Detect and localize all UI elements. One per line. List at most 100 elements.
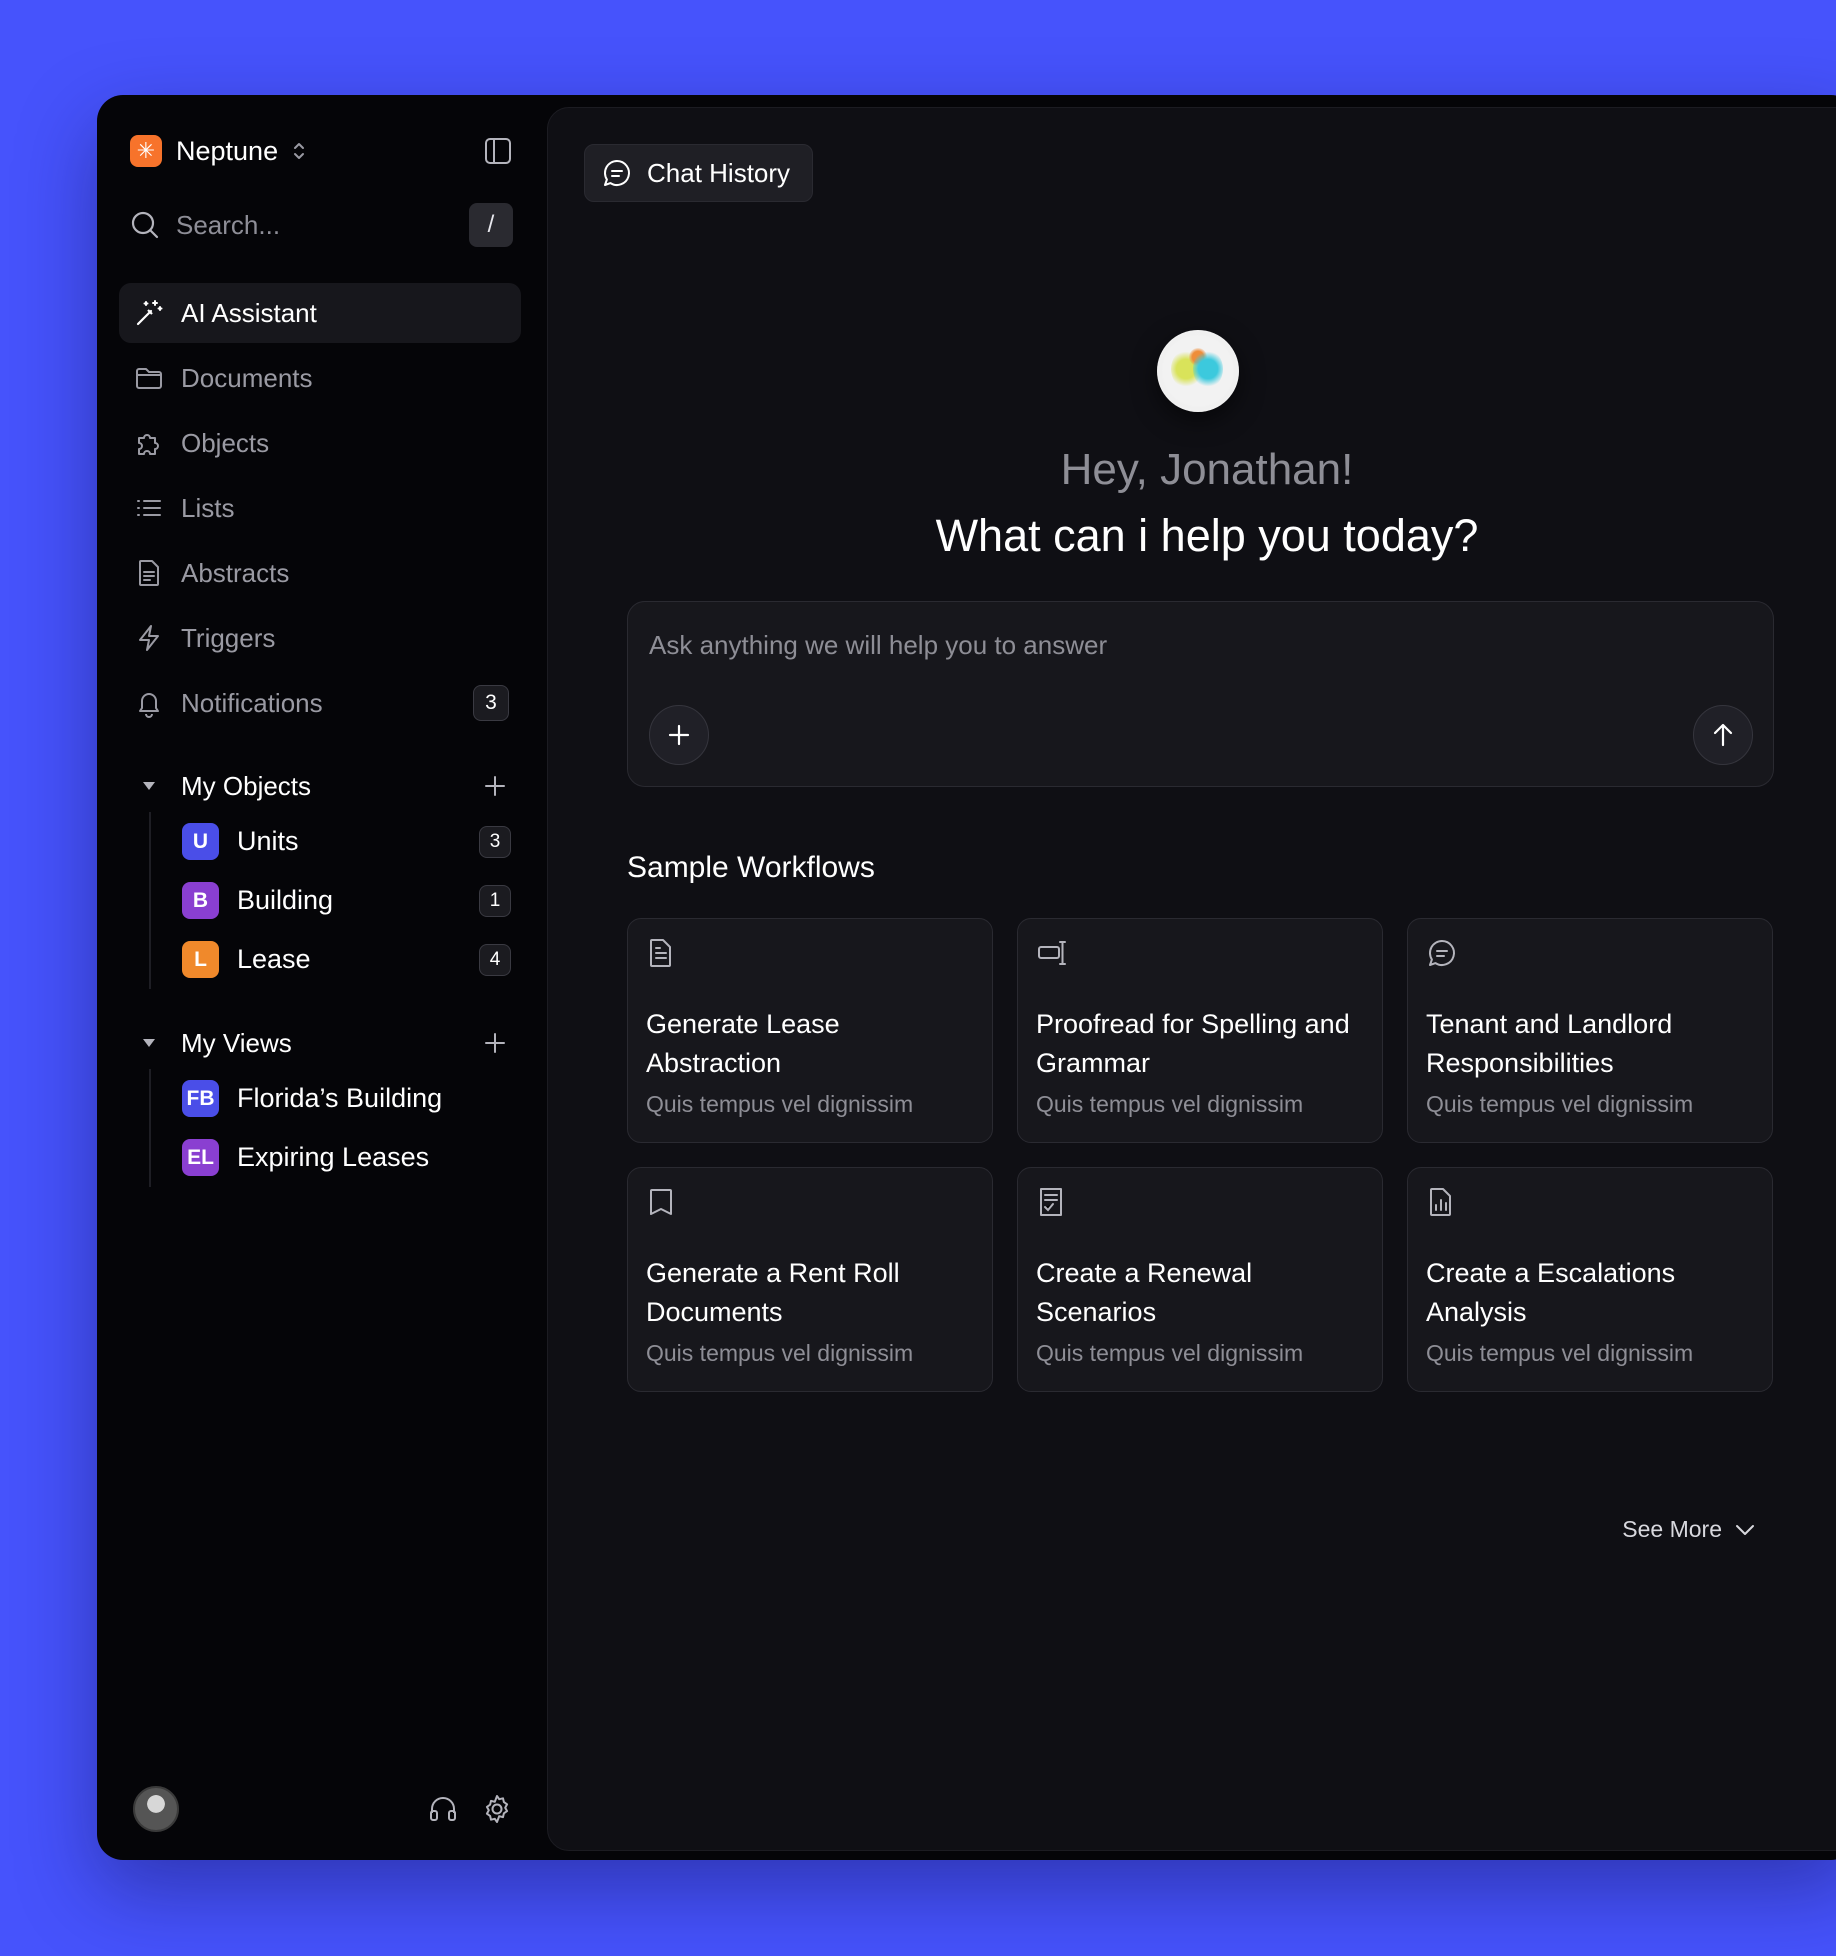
view-label: Expiring Leases (237, 1142, 430, 1172)
object-item-units[interactable]: U Units 3 (182, 812, 521, 871)
object-label: Building (237, 885, 334, 915)
avatar[interactable] (133, 1786, 179, 1832)
app-window: ✳ Neptune Search... / AI Assistant Docum… (97, 95, 1836, 1860)
chat-bubble-icon (1426, 937, 1458, 969)
chevron-up-down-icon[interactable] (292, 140, 306, 162)
workflow-desc: Quis tempus vel dignissim (1426, 1340, 1694, 1366)
search-bar[interactable]: Search... / (130, 200, 513, 250)
workflow-grid: Generate Lease Abstraction Quis tempus v… (627, 918, 1774, 1392)
object-count-badge: 4 (479, 943, 511, 976)
caret-down-icon[interactable] (133, 780, 165, 792)
bell-icon (133, 687, 165, 719)
section-my-views[interactable]: My Views (119, 1017, 521, 1069)
nav-label: Triggers (181, 622, 276, 653)
object-item-building[interactable]: B Building 1 (182, 871, 521, 930)
workflow-title: Generate Lease Abstraction (646, 1009, 840, 1078)
my-views-list: FB Florida’s Building EL Expiring Leases (149, 1069, 521, 1187)
view-item-expiring-leases[interactable]: EL Expiring Leases (182, 1128, 521, 1187)
search-icon (130, 210, 160, 240)
nav-item-abstracts[interactable]: Abstracts (119, 543, 521, 603)
view-label: Florida’s Building (237, 1083, 443, 1113)
nav-label: Lists (181, 492, 235, 523)
document-icon (133, 557, 165, 589)
workflow-card[interactable]: Generate Lease Abstraction Quis tempus v… (627, 918, 993, 1143)
workflow-card[interactable]: Tenant and Landlord Responsibilities Qui… (1407, 918, 1773, 1143)
view-tag: EL (182, 1139, 219, 1176)
prompt-composer[interactable]: Ask anything we will help you to answer (627, 601, 1774, 787)
search-input[interactable]: Search... (176, 210, 280, 241)
assistant-orb-icon (1157, 330, 1239, 412)
workflow-title: Proofread for Spelling and Grammar (1036, 1009, 1350, 1078)
add-object-icon[interactable] (483, 774, 507, 798)
nav-item-documents[interactable]: Documents (119, 348, 521, 408)
nav-label: Notifications (181, 687, 323, 718)
view-tag: FB (182, 1080, 219, 1117)
send-button[interactable] (1693, 705, 1753, 765)
headphones-icon[interactable] (427, 1793, 459, 1825)
nav-item-triggers[interactable]: Triggers (119, 608, 521, 668)
nav-item-ai-assistant[interactable]: AI Assistant (119, 283, 521, 343)
my-objects-list: U Units 3 B Building 1 L Lease 4 (149, 812, 521, 989)
search-shortcut-key: / (469, 203, 513, 247)
bookmark-icon (646, 1186, 678, 1218)
workflow-card[interactable]: Create a Escalations Analysis Quis tempu… (1407, 1167, 1773, 1392)
see-more-button[interactable]: See More (1622, 1516, 1756, 1543)
chat-history-label: Chat History (647, 157, 791, 188)
nav-label: Objects (181, 427, 270, 458)
object-item-lease[interactable]: L Lease 4 (182, 930, 521, 989)
magic-wand-icon (133, 297, 165, 329)
workflow-title: Create a Renewal Scenarios (1036, 1258, 1253, 1327)
headline-text: What can i help you today? (935, 510, 1479, 561)
main-nav: AI Assistant Documents Objects Lists Abs… (119, 283, 521, 1187)
nav-label: Abstracts (181, 557, 290, 588)
workspace-name: Neptune (176, 135, 279, 166)
sidebar-toggle-icon[interactable] (483, 136, 513, 166)
add-attachment-button[interactable] (649, 705, 709, 765)
chat-history-button[interactable]: Chat History (584, 144, 814, 202)
gear-icon[interactable] (481, 1793, 513, 1825)
object-count-badge: 1 (479, 884, 511, 917)
list-icon (133, 492, 165, 524)
file-chart-icon (1426, 1186, 1458, 1218)
nav-item-objects[interactable]: Objects (119, 413, 521, 473)
object-label: Lease (237, 944, 311, 974)
prompt-input[interactable]: Ask anything we will help you to answer (649, 630, 1107, 661)
workflow-title: Tenant and Landlord Responsibilities (1426, 1009, 1673, 1078)
object-tag: B (182, 882, 219, 919)
workflow-desc: Quis tempus vel dignissim (646, 1340, 914, 1366)
notifications-count-badge: 3 (473, 685, 509, 721)
sidebar: ✳ Neptune Search... / AI Assistant Docum… (97, 95, 543, 1860)
puzzle-icon (133, 427, 165, 459)
chevron-down-icon (1734, 1523, 1756, 1537)
section-title: My Views (181, 1027, 292, 1058)
sidebar-footer (133, 1786, 513, 1832)
section-my-objects[interactable]: My Objects (119, 760, 521, 812)
workspace-switcher[interactable]: ✳ Neptune (130, 131, 513, 171)
neptune-logo-icon: ✳ (130, 135, 162, 167)
folder-icon (133, 362, 165, 394)
document-icon (646, 937, 678, 969)
arrow-up-icon (1713, 723, 1733, 747)
checklist-icon (1036, 1186, 1068, 1218)
object-label: Units (237, 826, 299, 856)
workflow-desc: Quis tempus vel dignissim (646, 1091, 914, 1117)
chat-bubble-icon (601, 157, 633, 189)
add-view-icon[interactable] (483, 1031, 507, 1055)
object-tag: U (182, 823, 219, 860)
view-item-floridas-building[interactable]: FB Florida’s Building (182, 1069, 521, 1128)
section-title: My Objects (181, 770, 312, 801)
see-more-label: See More (1622, 1516, 1722, 1542)
nav-label: AI Assistant (181, 297, 317, 328)
workflow-desc: Quis tempus vel dignissim (1036, 1091, 1304, 1117)
workflow-desc: Quis tempus vel dignissim (1036, 1340, 1304, 1366)
nav-item-lists[interactable]: Lists (119, 478, 521, 538)
object-count-badge: 3 (479, 825, 511, 858)
caret-down-icon[interactable] (133, 1037, 165, 1049)
main-panel: Chat History Hey, Jonathan! What can i h… (547, 107, 1836, 1851)
workflow-desc: Quis tempus vel dignissim (1426, 1091, 1694, 1117)
workflow-card[interactable]: Proofread for Spelling and Grammar Quis … (1017, 918, 1383, 1143)
lightning-icon (133, 622, 165, 654)
workflow-card[interactable]: Generate a Rent Roll Documents Quis temp… (627, 1167, 993, 1392)
workflow-card[interactable]: Create a Renewal Scenarios Quis tempus v… (1017, 1167, 1383, 1392)
nav-item-notifications[interactable]: Notifications 3 (119, 673, 521, 733)
